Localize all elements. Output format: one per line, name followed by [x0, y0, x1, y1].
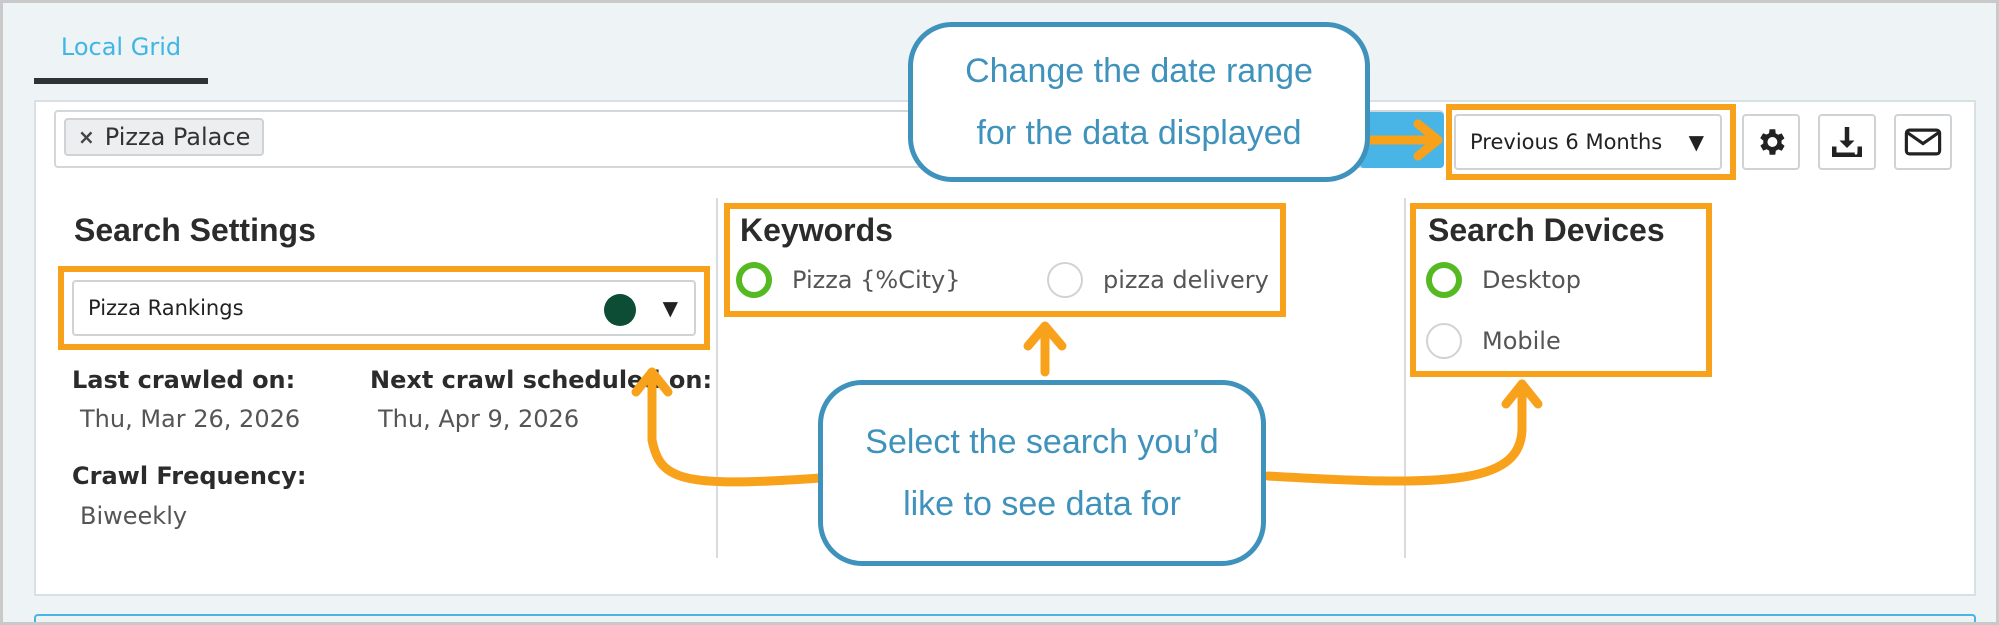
callout-line: like to see data for: [903, 485, 1181, 523]
date-range-callout: Change the date range for the data displ…: [908, 22, 1370, 182]
callout-line: for the data displayed: [976, 114, 1302, 152]
callout-line: Select the search you’d: [865, 423, 1219, 461]
arrow-to-search-select: [647, 367, 825, 487]
next-panel-edge: [34, 614, 1976, 622]
search-callout: Select the search you’d like to see data…: [818, 380, 1266, 566]
callout-line: Change the date range: [965, 52, 1313, 90]
arrow-to-search-devices: [1263, 379, 1527, 486]
